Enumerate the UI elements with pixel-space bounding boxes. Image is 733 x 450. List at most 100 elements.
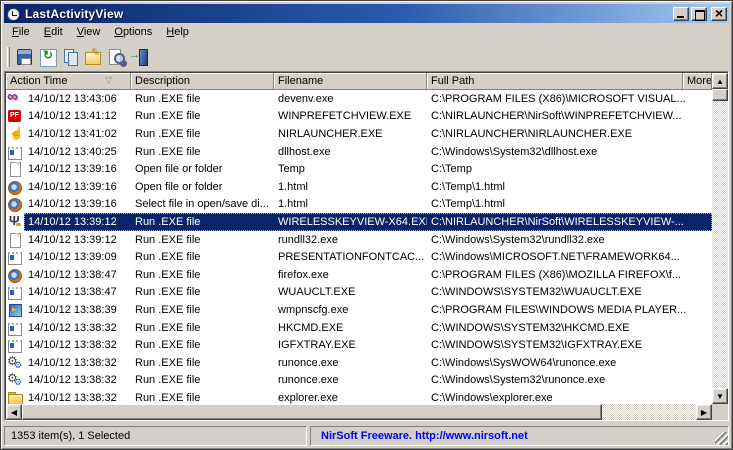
table-row[interactable]: 14/10/12 13:38:47 Run .EXE file WUAUCLT.… [6, 284, 712, 302]
cell-description: Open file or folder [131, 163, 274, 175]
horizontal-scroll-track[interactable] [602, 404, 696, 420]
menu-edit[interactable]: Edit [37, 23, 70, 42]
cell-filename: Temp [274, 163, 427, 175]
table-row[interactable]: 14/10/12 13:39:16 Open file or folder Te… [6, 160, 712, 178]
runonce-icon [7, 372, 23, 388]
cell-filename: WUAUCLT.EXE [274, 286, 427, 298]
close-button[interactable] [711, 7, 727, 21]
save-icon [13, 46, 36, 68]
column-header-full-path[interactable]: Full Path [427, 73, 683, 90]
cell-full-path: C:\NIRLAUNCHER\NirSoft\WINPREFETCHVIEW..… [427, 110, 712, 122]
cell-filename: HKCMD.EXE [274, 322, 427, 334]
cell-filename: WINPREFETCHVIEW.EXE [274, 110, 427, 122]
horizontal-scrollbar[interactable]: ◀ ▶ [6, 404, 712, 420]
cell-description: Run .EXE file [131, 357, 274, 369]
cell-filename: PRESENTATIONFONTCAC... [274, 251, 427, 263]
table-row[interactable]: 14/10/12 13:41:12 Run .EXE file WINPREFE… [6, 108, 712, 126]
document-icon [7, 232, 23, 248]
table-row[interactable]: 14/10/12 13:39:12 Run .EXE file rundll32… [6, 231, 712, 249]
properties-icon [82, 46, 105, 68]
table-row[interactable]: 14/10/12 13:38:32 Run .EXE file IGFXTRAY… [6, 336, 712, 354]
cell-action-time: 14/10/12 13:38:32 [24, 322, 131, 334]
cell-description: Run .EXE file [131, 93, 274, 105]
refresh-icon [36, 46, 59, 68]
firefox-icon [7, 267, 23, 283]
runonce-icon [7, 355, 23, 371]
table-row[interactable]: 14/10/12 13:38:47 Run .EXE file firefox.… [6, 266, 712, 284]
cell-full-path: C:\Windows\MICROSOFT.NET\FRAMEWORK64... [427, 251, 712, 263]
table-row[interactable]: 14/10/12 13:39:16 Select file in open/sa… [6, 196, 712, 214]
table-row[interactable]: 14/10/12 13:38:32 Run .EXE file runonce.… [6, 354, 712, 372]
minimize-button[interactable] [673, 7, 689, 21]
column-header-row: Action Time ▽ Description Filename Full … [6, 73, 712, 90]
window-title: LastActivityView [25, 7, 123, 21]
status-items-count: 1353 item(s), 1 Selected [11, 430, 130, 442]
copy-button[interactable] [59, 46, 82, 68]
scroll-left-icon[interactable]: ◀ [6, 404, 22, 420]
cell-description: Run .EXE file [131, 392, 274, 404]
document-icon [7, 161, 23, 177]
table-row[interactable]: 14/10/12 13:38:39 Run .EXE file wmpnscfg… [6, 301, 712, 319]
cell-description: Run .EXE file [131, 110, 274, 122]
find-button[interactable] [105, 46, 128, 68]
cell-full-path: C:\NIRLAUNCHER\NirSoft\WIRELESSKEYVIEW-.… [427, 216, 712, 228]
vertical-scroll-thumb[interactable] [712, 89, 728, 101]
nirsoft-freeware-link[interactable]: NirSoft Freeware. http://www.nirsoft.net [317, 430, 528, 442]
app-clock-icon [6, 6, 22, 22]
cell-description: Run .EXE file [131, 322, 274, 334]
title-bar[interactable]: LastActivityView [4, 4, 729, 23]
exit-button[interactable] [128, 46, 151, 68]
vertical-scroll-track[interactable] [712, 101, 728, 388]
table-row[interactable]: 14/10/12 13:38:32 Run .EXE file explorer… [6, 389, 712, 404]
toolbar-gripper[interactable] [7, 47, 10, 67]
menu-options[interactable]: Options [107, 23, 159, 42]
cell-description: Run .EXE file [131, 216, 274, 228]
cell-description: Run .EXE file [131, 374, 274, 386]
column-header-more-information[interactable]: More I [683, 73, 712, 90]
maximize-button[interactable] [691, 7, 707, 21]
horizontal-scroll-thumb[interactable] [22, 404, 602, 420]
cell-full-path: C:\PROGRAM FILES (X86)\MOZILLA FIREFOX\f… [427, 269, 712, 281]
save-button[interactable] [13, 46, 36, 68]
visual-studio-icon [7, 91, 23, 107]
menu-help[interactable]: Help [159, 23, 196, 42]
menu-file[interactable]: File [5, 23, 37, 42]
properties-button[interactable] [82, 46, 105, 68]
table-row[interactable]: 14/10/12 13:41:02 Run .EXE file NIRLAUNC… [6, 125, 712, 143]
cell-full-path: C:\PROGRAM FILES (X86)\MICROSOFT VISUAL.… [427, 93, 712, 105]
cell-action-time: 14/10/12 13:38:39 [24, 304, 131, 316]
table-row[interactable]: 14/10/12 13:43:06 Run .EXE file devenv.e… [6, 90, 712, 108]
prefetch-icon [7, 108, 23, 124]
cell-filename: 1.html [274, 198, 427, 210]
table-row[interactable]: 14/10/12 13:39:16 Open file or folder 1.… [6, 178, 712, 196]
cell-description: Open file or folder [131, 181, 274, 193]
menu-view[interactable]: View [70, 23, 108, 42]
cell-action-time: 14/10/12 13:38:47 [24, 286, 131, 298]
table-row[interactable]: 14/10/12 13:39:12 Run .EXE file WIRELESS… [6, 213, 712, 231]
resize-grip[interactable] [715, 432, 728, 445]
exit-icon [128, 46, 151, 68]
cell-description: Run .EXE file [131, 234, 274, 246]
scroll-right-icon[interactable]: ▶ [696, 404, 712, 420]
cell-full-path: C:\Windows\explorer.exe [427, 392, 712, 404]
scroll-up-icon[interactable]: ▲ [712, 73, 728, 89]
table-row[interactable]: 14/10/12 13:38:32 Run .EXE file runonce.… [6, 372, 712, 390]
vertical-scrollbar[interactable]: ▲ ▼ [712, 73, 728, 404]
column-header-action-time[interactable]: Action Time ▽ [6, 73, 131, 90]
cell-action-time: 14/10/12 13:38:32 [24, 374, 131, 386]
column-header-filename[interactable]: Filename [274, 73, 427, 90]
sort-desc-icon: ▽ [105, 75, 112, 86]
column-header-description[interactable]: Description [131, 73, 274, 90]
table-row[interactable]: 14/10/12 13:40:25 Run .EXE file dllhost.… [6, 143, 712, 161]
scroll-down-icon[interactable]: ▼ [712, 388, 728, 404]
cell-filename: runonce.exe [274, 357, 427, 369]
app-window-icon [7, 144, 23, 160]
refresh-button[interactable] [36, 46, 59, 68]
table-row[interactable]: 14/10/12 13:39:09 Run .EXE file PRESENTA… [6, 248, 712, 266]
table-row[interactable]: 14/10/12 13:38:32 Run .EXE file HKCMD.EX… [6, 319, 712, 337]
cell-filename: IGFXTRAY.EXE [274, 339, 427, 351]
app-window-icon [7, 249, 23, 265]
cell-full-path: C:\WINDOWS\SYSTEM32\IGFXTRAY.EXE [427, 339, 712, 351]
cell-full-path: C:\WINDOWS\SYSTEM32\HKCMD.EXE [427, 322, 712, 334]
cell-action-time: 14/10/12 13:39:09 [24, 251, 131, 263]
